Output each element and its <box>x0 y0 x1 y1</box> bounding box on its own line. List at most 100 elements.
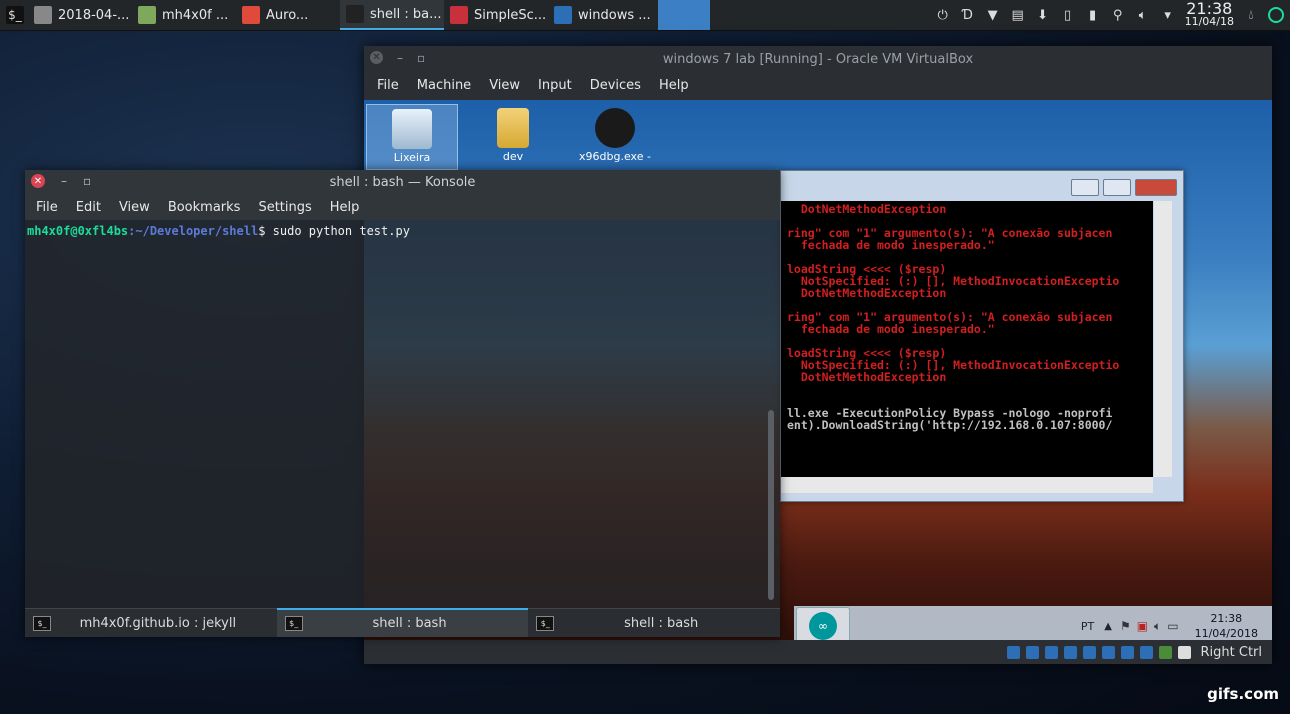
network-icon[interactable] <box>1120 645 1134 659</box>
vbox-menu-view[interactable]: View <box>480 78 529 93</box>
terminal-command: sudo python test.py <box>272 224 410 238</box>
download-icon[interactable]: ⬇ <box>1035 7 1051 23</box>
taskbar-task-5[interactable]: windows ... <box>548 0 652 30</box>
guest-tray-volume-icon[interactable]: 🔈︎ <box>1154 619 1161 634</box>
konsole-menu-file[interactable]: File <box>27 200 67 215</box>
vbox-minimize-icon[interactable]: – <box>397 51 403 65</box>
guest-clock[interactable]: 21:38 11/04/2018 <box>1195 611 1258 641</box>
taskbar-task-label: Auro... <box>266 7 309 23</box>
desktop-icon-x96dbg[interactable]: x96dbg.exe - <box>570 104 660 163</box>
drop-icon[interactable]: 💧︎ <box>1243 7 1259 23</box>
taskbar-task-0[interactable]: 2018-04-... <box>28 0 132 30</box>
folder-icon <box>497 108 529 148</box>
pen-icon[interactable] <box>1063 645 1077 659</box>
cmd-line: fechada de modo inesperado." <box>787 238 995 252</box>
terminal-icon: $_ <box>536 615 555 631</box>
launcher-button[interactable]: $_ <box>0 0 28 30</box>
wifi-icon[interactable]: ▼ <box>985 7 1001 23</box>
display-icon[interactable] <box>1101 645 1115 659</box>
cmd-horizontal-scrollbar[interactable] <box>781 477 1153 493</box>
hdd-icon[interactable] <box>1006 645 1020 659</box>
konsole-scrollbar[interactable] <box>768 410 774 600</box>
prompt-symbol: $ <box>258 224 273 238</box>
host-key-label: Right Ctrl <box>1200 644 1263 660</box>
taskbar-task-2[interactable]: Auro... <box>236 0 340 30</box>
konsole-menu-edit[interactable]: Edit <box>67 200 110 215</box>
taskbar-task-3[interactable]: shell : ba... <box>340 0 444 30</box>
vbox-menu-machine[interactable]: Machine <box>408 78 480 93</box>
konsole-tab-shell-2[interactable]: $_ shell : bash <box>528 608 781 637</box>
konsole-tab-jekyll[interactable]: $_ mh4x0f.github.io : jekyll <box>25 608 277 637</box>
cmd-window-controls <box>1071 179 1177 196</box>
guest-tray-flag-icon[interactable]: ⚑ <box>1120 619 1131 633</box>
vbox-titlebar[interactable]: ✕ – ▫ windows 7 lab [Running] - Oracle V… <box>364 46 1272 72</box>
konsole-menu-help[interactable]: Help <box>321 200 369 215</box>
cmd-window[interactable]: DotNetMethodException ring" com "1" argu… <box>780 170 1184 502</box>
usb-device-icon[interactable] <box>1139 645 1153 659</box>
vbox-menu-file[interactable]: File <box>368 78 408 93</box>
taskbar-task-4[interactable]: SimpleSc... <box>444 0 548 30</box>
cmd-line: fechada de modo inesperado." <box>787 322 995 336</box>
cmd-line: ent).DownloadString('http://192.168.0.10… <box>787 418 1113 432</box>
status-circle-icon[interactable] <box>1268 7 1284 23</box>
konsole-menubar: File Edit View Bookmarks Settings Help <box>25 194 780 220</box>
vbox-menubar: File Machine View Input Devices Help <box>364 72 1272 98</box>
guest-tray-network-icon[interactable]: ▣ <box>1137 619 1148 633</box>
debugger-icon <box>595 108 635 148</box>
konsole-tab-shell-1[interactable]: $_ shell : bash <box>276 608 529 637</box>
vbox-menu-help[interactable]: Help <box>650 78 698 93</box>
kde-connect-icon[interactable]: Ɗ <box>960 7 976 23</box>
clipboard-icon[interactable]: ▤ <box>1010 7 1026 23</box>
clock-time: 21:38 <box>1186 0 1233 18</box>
arrow-down-icon[interactable] <box>1177 645 1191 659</box>
konsole-menu-view[interactable]: View <box>110 200 159 215</box>
terminal-area[interactable]: mh4x0f@0xfl4bs:~/Developer/shell$ sudo p… <box>25 220 765 608</box>
cmd-line: DotNetMethodException <box>787 286 947 300</box>
volume-icon[interactable]: 🔈︎ <box>1135 7 1151 23</box>
taskbar-task-1[interactable]: mh4x0f ... <box>132 0 236 30</box>
terminal-icon: $_ <box>6 6 24 24</box>
prompt-user: mh4x0f@0xfl4bs <box>27 224 129 238</box>
recording-icon[interactable] <box>1158 645 1172 659</box>
konsole-maximize-icon[interactable]: ▫ <box>83 174 91 188</box>
konsole-close-icon[interactable]: ✕ <box>31 174 45 188</box>
konsole-window: ✕ – ▫ shell : bash — Konsole File Edit V… <box>25 170 781 637</box>
link-icon[interactable]: ⚲ <box>1110 7 1126 23</box>
vbox-title: windows 7 lab [Running] - Oracle VM Virt… <box>662 51 974 67</box>
taskbar-task-label: windows ... <box>578 7 651 23</box>
konsole-titlebar[interactable]: ✕ – ▫ shell : bash — Konsole <box>25 170 780 194</box>
vbox-close-icon[interactable]: ✕ <box>370 51 383 64</box>
konsole-minimize-icon[interactable]: – <box>61 174 67 188</box>
optical-drive-icon[interactable] <box>1025 645 1039 659</box>
guest-lang[interactable]: PT <box>1081 620 1094 633</box>
cmd-minimize-button[interactable] <box>1071 179 1099 196</box>
clock[interactable]: 21:38 11/04/18 <box>1184 0 1234 29</box>
usb-icon[interactable]: ▮ <box>1085 7 1101 23</box>
cmd-maximize-button[interactable] <box>1103 179 1131 196</box>
konsole-menu-settings[interactable]: Settings <box>249 200 320 215</box>
desktop-icon-dev[interactable]: dev <box>468 104 558 163</box>
audio-icon[interactable] <box>1044 645 1058 659</box>
taskbar-task-label: mh4x0f ... <box>162 7 229 23</box>
clock-date: 11/04/18 <box>1184 15 1234 28</box>
window-icon <box>138 6 156 24</box>
phone-icon[interactable]: ▯ <box>1060 7 1076 23</box>
cmd-vertical-scrollbar[interactable] <box>1154 201 1172 477</box>
power-icon[interactable]: ⏻ <box>935 7 951 23</box>
cmd-console-output[interactable]: DotNetMethodException ring" com "1" argu… <box>781 201 1153 477</box>
vbox-menu-input[interactable]: Input <box>529 78 581 93</box>
vbox-maximize-icon[interactable]: ▫ <box>417 51 425 65</box>
chrome-icon <box>242 6 260 24</box>
vbox-menu-devices[interactable]: Devices <box>581 78 650 93</box>
cmd-close-button[interactable] <box>1135 179 1177 196</box>
guest-tray-arrow-icon[interactable]: ▲ <box>1104 621 1112 632</box>
cmd-line <box>787 383 1153 395</box>
taskbar-task-label: SimpleSc... <box>474 7 547 23</box>
chevron-down-icon[interactable]: ▾ <box>1160 7 1176 23</box>
terminal-icon: $_ <box>33 615 51 631</box>
shared-folder-icon[interactable] <box>1082 645 1096 659</box>
konsole-menu-bookmarks[interactable]: Bookmarks <box>159 200 250 215</box>
guest-tray-display-icon[interactable]: ▭ <box>1167 619 1178 633</box>
taskbar-task-label: 2018-04-... <box>58 7 130 23</box>
desktop-icon-recycle-bin[interactable]: Lixeira <box>366 104 458 170</box>
